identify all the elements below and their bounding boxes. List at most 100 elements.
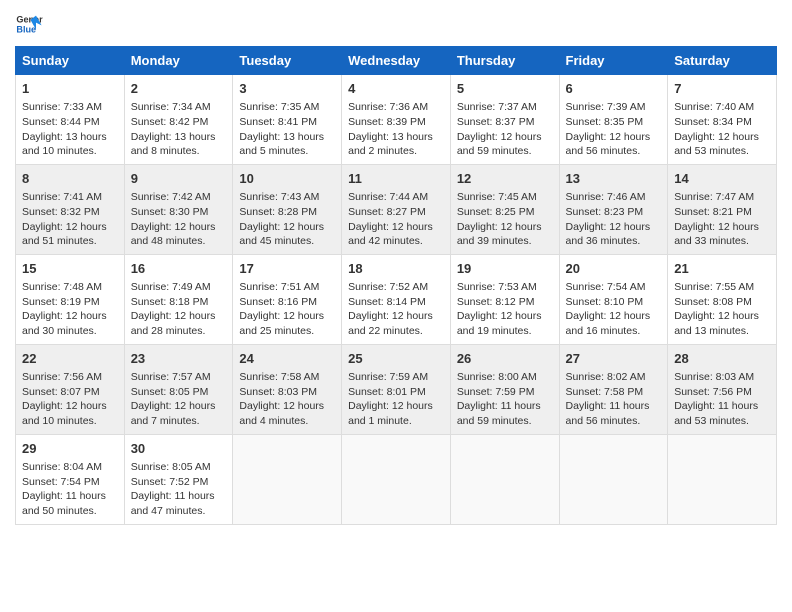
col-header-friday: Friday xyxy=(559,47,668,75)
daylight-text: Daylight: 12 hours and 42 minutes. xyxy=(348,220,444,249)
day-number: 13 xyxy=(566,170,662,188)
calendar-cell: 17Sunrise: 7:51 AMSunset: 8:16 PMDayligh… xyxy=(233,254,342,344)
day-number: 11 xyxy=(348,170,444,188)
day-number: 1 xyxy=(22,80,118,98)
sunrise-text: Sunrise: 7:42 AM xyxy=(131,190,227,205)
sunset-text: Sunset: 8:10 PM xyxy=(566,295,662,310)
sunrise-text: Sunrise: 7:54 AM xyxy=(566,280,662,295)
calendar-cell: 10 Sunrise: 7:43 AMSunset: 8:28 PMDayligh… xyxy=(233,164,342,254)
sunrise-text: Sunrise: 8:03 AM xyxy=(674,370,770,385)
day-number: 9 xyxy=(131,170,227,188)
daylight-text: Daylight: 12 hours and 48 minutes. xyxy=(131,220,227,249)
calendar-week-row: 29Sunrise: 8:04 AMSunset: 7:54 PMDayligh… xyxy=(16,434,777,524)
daylight-text: Daylight: 12 hours and 28 minutes. xyxy=(131,309,227,338)
day-number: 18 xyxy=(348,260,444,278)
calendar-cell: 6Sunrise: 7:39 AMSunset: 8:35 PMDaylight… xyxy=(559,75,668,165)
day-number: 26 xyxy=(457,350,553,368)
daylight-text: Daylight: 13 hours and 5 minutes. xyxy=(239,130,335,159)
calendar-cell: 11 Sunrise: 7:44 AMSunset: 8:27 PMDayligh… xyxy=(342,164,451,254)
calendar-cell: 26Sunrise: 8:00 AMSunset: 7:59 PMDayligh… xyxy=(450,344,559,434)
sunset-text: Sunset: 8:07 PM xyxy=(22,385,118,400)
daylight-text: Daylight: 12 hours and 51 minutes. xyxy=(22,220,118,249)
calendar-cell: 24Sunrise: 7:58 AMSunset: 8:03 PMDayligh… xyxy=(233,344,342,434)
calendar-cell xyxy=(668,434,777,524)
daylight-text: Daylight: 12 hours and 19 minutes. xyxy=(457,309,553,338)
daylight-text: Daylight: 12 hours and 22 minutes. xyxy=(348,309,444,338)
sunrise-text: Sunrise: 7:58 AM xyxy=(239,370,335,385)
sunrise-text: Sunrise: 7:36 AM xyxy=(348,100,444,115)
col-header-monday: Monday xyxy=(124,47,233,75)
day-number: 8 xyxy=(22,170,118,188)
daylight-text: Daylight: 12 hours and 45 minutes. xyxy=(239,220,335,249)
logo-icon: General Blue xyxy=(15,10,43,38)
calendar-cell: 19Sunrise: 7:53 AMSunset: 8:12 PMDayligh… xyxy=(450,254,559,344)
calendar-cell: 20Sunrise: 7:54 AMSunset: 8:10 PMDayligh… xyxy=(559,254,668,344)
day-number: 4 xyxy=(348,80,444,98)
calendar-cell: 22Sunrise: 7:56 AMSunset: 8:07 PMDayligh… xyxy=(16,344,125,434)
daylight-text: Daylight: 11 hours and 47 minutes. xyxy=(131,489,227,518)
sunset-text: Sunset: 7:58 PM xyxy=(566,385,662,400)
col-header-tuesday: Tuesday xyxy=(233,47,342,75)
sunset-text: Sunset: 8:05 PM xyxy=(131,385,227,400)
daylight-text: Daylight: 12 hours and 33 minutes. xyxy=(674,220,770,249)
sunrise-text: Sunrise: 7:43 AM xyxy=(239,190,335,205)
day-number: 24 xyxy=(239,350,335,368)
sunrise-text: Sunrise: 7:44 AM xyxy=(348,190,444,205)
sunrise-text: Sunrise: 7:53 AM xyxy=(457,280,553,295)
sunrise-text: Sunrise: 8:00 AM xyxy=(457,370,553,385)
sunset-text: Sunset: 8:27 PM xyxy=(348,205,444,220)
calendar-week-row: 15Sunrise: 7:48 AMSunset: 8:19 PMDayligh… xyxy=(16,254,777,344)
daylight-text: Daylight: 13 hours and 2 minutes. xyxy=(348,130,444,159)
sunrise-text: Sunrise: 7:56 AM xyxy=(22,370,118,385)
sunset-text: Sunset: 7:52 PM xyxy=(131,475,227,490)
calendar-cell: 15Sunrise: 7:48 AMSunset: 8:19 PMDayligh… xyxy=(16,254,125,344)
calendar-cell: 25Sunrise: 7:59 AMSunset: 8:01 PMDayligh… xyxy=(342,344,451,434)
sunrise-text: Sunrise: 8:05 AM xyxy=(131,460,227,475)
calendar-cell xyxy=(450,434,559,524)
calendar-cell: 1Sunrise: 7:33 AMSunset: 8:44 PMDaylight… xyxy=(16,75,125,165)
day-number: 23 xyxy=(131,350,227,368)
day-number: 16 xyxy=(131,260,227,278)
daylight-text: Daylight: 12 hours and 4 minutes. xyxy=(239,399,335,428)
calendar-week-row: 1Sunrise: 7:33 AMSunset: 8:44 PMDaylight… xyxy=(16,75,777,165)
day-number: 22 xyxy=(22,350,118,368)
logo: General Blue xyxy=(15,10,43,38)
sunset-text: Sunset: 8:32 PM xyxy=(22,205,118,220)
sunrise-text: Sunrise: 7:57 AM xyxy=(131,370,227,385)
sunset-text: Sunset: 8:34 PM xyxy=(674,115,770,130)
sunrise-text: Sunrise: 7:41 AM xyxy=(22,190,118,205)
sunset-text: Sunset: 8:21 PM xyxy=(674,205,770,220)
calendar-cell xyxy=(233,434,342,524)
sunset-text: Sunset: 8:30 PM xyxy=(131,205,227,220)
sunrise-text: Sunrise: 7:47 AM xyxy=(674,190,770,205)
page-header: General Blue xyxy=(15,10,777,38)
calendar-cell: 13Sunrise: 7:46 AMSunset: 8:23 PMDayligh… xyxy=(559,164,668,254)
sunrise-text: Sunrise: 7:55 AM xyxy=(674,280,770,295)
day-number: 10 xyxy=(239,170,335,188)
calendar-table: SundayMondayTuesdayWednesdayThursdayFrid… xyxy=(15,46,777,525)
daylight-text: Daylight: 11 hours and 50 minutes. xyxy=(22,489,118,518)
daylight-text: Daylight: 12 hours and 13 minutes. xyxy=(674,309,770,338)
daylight-text: Daylight: 12 hours and 36 minutes. xyxy=(566,220,662,249)
sunset-text: Sunset: 8:08 PM xyxy=(674,295,770,310)
sunset-text: Sunset: 8:28 PM xyxy=(239,205,335,220)
sunset-text: Sunset: 8:41 PM xyxy=(239,115,335,130)
calendar-cell: 5Sunrise: 7:37 AMSunset: 8:37 PMDaylight… xyxy=(450,75,559,165)
daylight-text: Daylight: 13 hours and 8 minutes. xyxy=(131,130,227,159)
day-number: 29 xyxy=(22,440,118,458)
day-number: 14 xyxy=(674,170,770,188)
sunset-text: Sunset: 8:19 PM xyxy=(22,295,118,310)
calendar-cell: 8 Sunrise: 7:41 AMSunset: 8:32 PMDaylight… xyxy=(16,164,125,254)
sunset-text: Sunset: 7:54 PM xyxy=(22,475,118,490)
sunrise-text: Sunrise: 7:49 AM xyxy=(131,280,227,295)
svg-text:Blue: Blue xyxy=(16,24,36,34)
daylight-text: Daylight: 13 hours and 10 minutes. xyxy=(22,130,118,159)
daylight-text: Daylight: 12 hours and 56 minutes. xyxy=(566,130,662,159)
sunrise-text: Sunrise: 7:34 AM xyxy=(131,100,227,115)
sunset-text: Sunset: 8:16 PM xyxy=(239,295,335,310)
day-number: 7 xyxy=(674,80,770,98)
daylight-text: Daylight: 12 hours and 53 minutes. xyxy=(674,130,770,159)
day-number: 2 xyxy=(131,80,227,98)
sunrise-text: Sunrise: 7:45 AM xyxy=(457,190,553,205)
calendar-week-row: 8Sunrise: 7:41 AMSunset: 8:32 PMDaylight… xyxy=(16,164,777,254)
